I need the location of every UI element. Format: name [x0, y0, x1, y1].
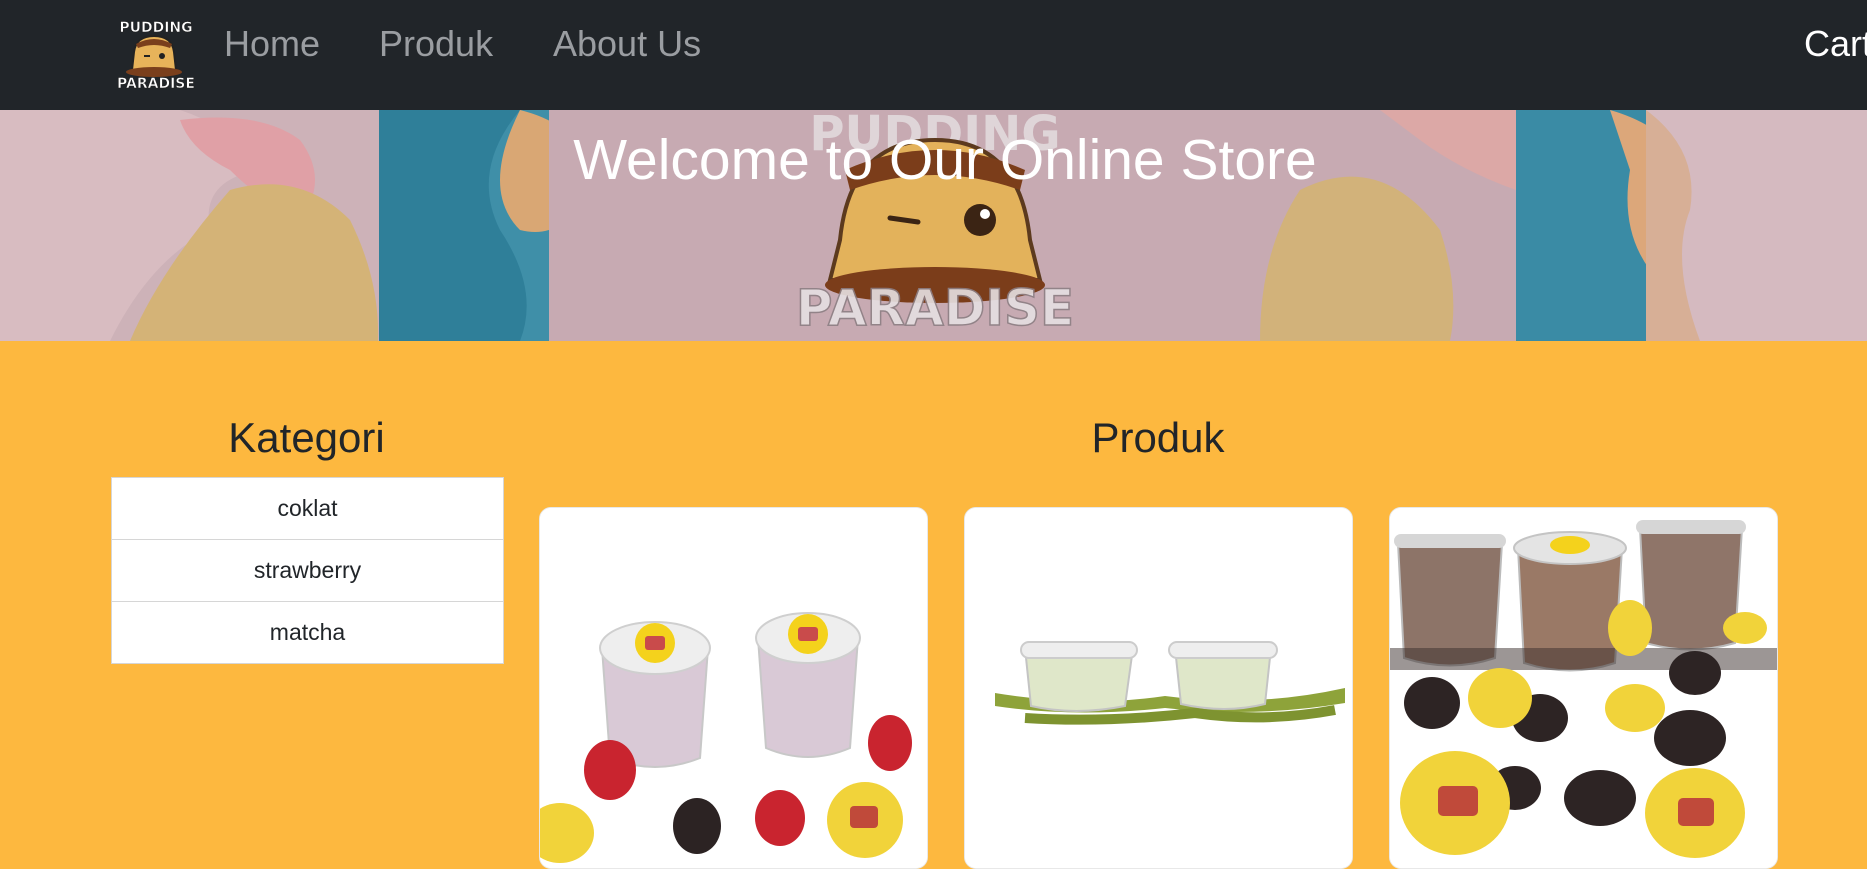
svg-text:PARADISE: PARADISE — [796, 279, 1074, 337]
chocolate-oreo-pudding-image — [1390, 508, 1777, 868]
pudding-paradise-logo[interactable]: PUDDING PARADISE — [106, 12, 202, 93]
nav-link-about-us[interactable]: About Us — [553, 22, 701, 66]
navbar: PUDDING PARADISE Home Produk About Us Ca… — [0, 0, 1867, 110]
kategori-item-matcha[interactable]: matcha — [112, 602, 503, 663]
hero-title: Welcome to Our Online Store — [573, 128, 1317, 192]
kategori-item-strawberry[interactable]: strawberry — [112, 540, 503, 602]
matcha-pudding-image — [965, 508, 1352, 868]
kategori-title: Kategori — [228, 414, 385, 461]
hero-banner: PUDDING PARADISE Welcome to Our Online S… — [0, 110, 1867, 341]
svg-text:PUDDING: PUDDING — [119, 20, 192, 36]
nav-link-cart[interactable]: Cart — [1804, 22, 1867, 66]
strawberry-pudding-image — [540, 508, 927, 868]
kategori-list: coklat strawberry matcha — [111, 477, 504, 664]
kategori-item-coklat[interactable]: coklat — [112, 478, 503, 540]
product-card-2[interactable] — [964, 507, 1353, 869]
product-card-1[interactable] — [539, 507, 928, 869]
produk-title: Produk — [1091, 414, 1225, 461]
product-card-3[interactable] — [1389, 507, 1778, 869]
nav-link-home[interactable]: Home — [224, 22, 320, 66]
svg-text:PARADISE: PARADISE — [117, 76, 195, 92]
nav-link-produk[interactable]: Produk — [379, 22, 493, 66]
